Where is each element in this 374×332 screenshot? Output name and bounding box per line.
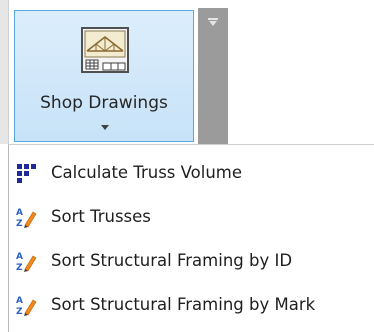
ribbon-panel: Shop Drawings <box>0 0 374 144</box>
menu-item-label: Sort Structural Framing by ID <box>51 251 293 270</box>
pin-icon <box>208 18 218 28</box>
svg-text:Z: Z <box>16 263 23 272</box>
grid-icon <box>15 162 37 184</box>
sort-az-pencil-icon: A Z <box>16 296 37 316</box>
svg-text:A: A <box>16 208 23 218</box>
sort-az-pencil-icon: A Z <box>16 208 37 228</box>
menu-item-sort-framing-by-id[interactable]: A Z Sort Structural Framing by ID <box>9 241 373 281</box>
chevron-down-icon <box>101 125 109 130</box>
shop-drawings-dropdown-menu: Calculate Truss Volume A Z Sort Trusses … <box>8 144 374 332</box>
ribbon-scroll-handle[interactable] <box>198 8 228 144</box>
shop-drawings-icon <box>81 27 129 73</box>
svg-text:A: A <box>16 296 23 306</box>
shop-drawings-label: Shop Drawings <box>40 93 168 113</box>
menu-item-sort-trusses[interactable]: A Z Sort Trusses <box>9 197 373 237</box>
svg-text:Z: Z <box>16 307 23 316</box>
menu-item-calculate-truss-volume[interactable]: Calculate Truss Volume <box>9 153 373 193</box>
ribbon-left-edge <box>0 0 9 144</box>
menu-item-label: Sort Structural Framing by Mark <box>51 295 316 314</box>
svg-text:Z: Z <box>16 219 23 228</box>
shop-drawings-button[interactable]: Shop Drawings <box>14 10 194 142</box>
ribbon-dropdown-screen: Shop Drawings Calculate Truss Volume A Z… <box>0 0 374 332</box>
sort-az-pencil-icon: A Z <box>16 252 37 272</box>
menu-item-sort-framing-by-mark[interactable]: A Z Sort Structural Framing by Mark <box>9 285 373 325</box>
menu-item-label: Calculate Truss Volume <box>51 163 243 182</box>
menu-item-label: Sort Trusses <box>51 207 151 226</box>
svg-text:A: A <box>16 252 23 262</box>
